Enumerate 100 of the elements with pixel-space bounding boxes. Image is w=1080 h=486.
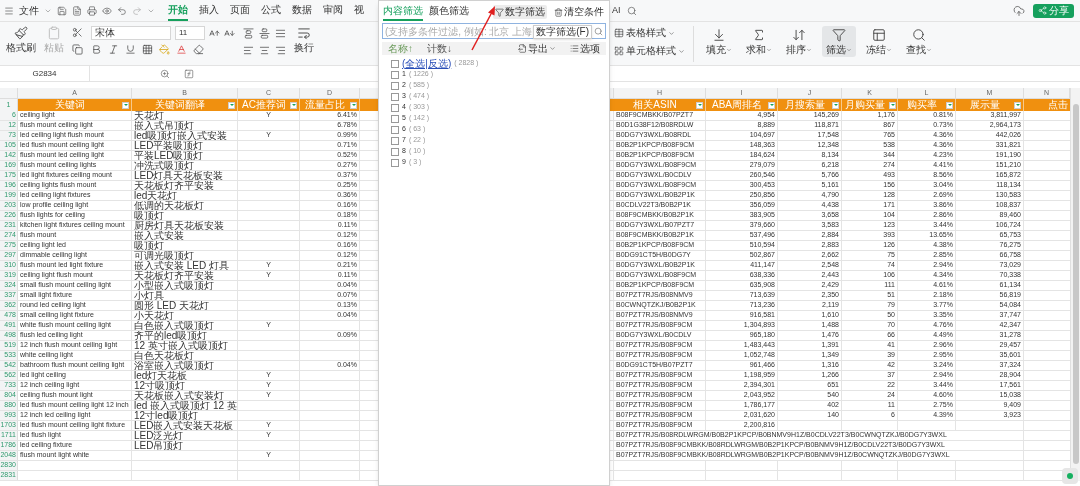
- assistant-bubble-icon[interactable]: [1062, 468, 1078, 484]
- format-painter-button[interactable]: 格式刷: [6, 43, 36, 53]
- bold-icon[interactable]: [91, 44, 102, 55]
- fill-color-icon[interactable]: [159, 44, 170, 55]
- search-icon[interactable]: [594, 26, 603, 36]
- checkbox[interactable]: [391, 125, 399, 134]
- eraser-icon[interactable]: [193, 44, 204, 55]
- ribbon-tab[interactable]: 数据: [292, 0, 312, 21]
- undo-icon[interactable]: [117, 5, 127, 16]
- wrap-text-icon[interactable]: [297, 26, 311, 40]
- print-icon[interactable]: [87, 5, 97, 16]
- checkbox[interactable]: [391, 147, 399, 156]
- copy-icon[interactable]: [72, 44, 83, 55]
- ribbon-tool-button[interactable]: 求和: [742, 26, 776, 57]
- border-icon[interactable]: [142, 44, 153, 55]
- caret-icon: [668, 29, 675, 37]
- italic-icon[interactable]: [108, 44, 119, 55]
- ribbon-tool-button[interactable]: 排序: [782, 26, 816, 57]
- filter-dropdown-icon[interactable]: [696, 101, 703, 109]
- table-cell: led灯天花板: [132, 371, 238, 380]
- options-button[interactable]: 选项: [570, 43, 600, 54]
- align-bottom-icon[interactable]: [275, 28, 286, 39]
- ribbon-tab[interactable]: 插入: [199, 0, 219, 21]
- checkbox[interactable]: [391, 114, 399, 123]
- format-painter-icon[interactable]: [14, 26, 28, 40]
- align-middle-icon[interactable]: [259, 28, 270, 39]
- export-icon: [518, 44, 527, 53]
- search-icon[interactable]: [626, 5, 637, 16]
- caret-icon: [846, 47, 852, 53]
- table-cell: 12 英寸嵌入式吸顶灯: [132, 341, 238, 350]
- filter-dropdown-icon[interactable]: [290, 101, 297, 109]
- filter-dropdown-icon[interactable]: [832, 101, 839, 109]
- column-header: 展示量: [970, 100, 1000, 110]
- align-right-icon[interactable]: [275, 45, 286, 56]
- caret-icon: [806, 47, 812, 53]
- cell-style-button[interactable]: 单元格样式: [614, 46, 685, 56]
- checkbox[interactable]: [391, 103, 399, 112]
- table-cell: led 嵌入式吸顶灯 12 英: [132, 401, 238, 410]
- filter-dropdown-icon[interactable]: [889, 101, 896, 109]
- column-header: 月购买量: [845, 100, 885, 110]
- font-size-select[interactable]: 11: [175, 26, 205, 40]
- save-icon[interactable]: [57, 5, 67, 16]
- ribbon-tool-button[interactable]: 填充: [702, 26, 736, 57]
- clear-conditions-button[interactable]: 清空条件: [553, 7, 605, 17]
- filter-tab[interactable]: 内容筛选: [383, 3, 423, 21]
- fill-down-icon: [712, 28, 726, 42]
- ribbon-tool-button[interactable]: 查找: [902, 26, 936, 57]
- ribbon-tool-button[interactable]: 筛选: [822, 26, 856, 57]
- underline-icon[interactable]: [125, 44, 136, 55]
- ai-tab[interactable]: AI: [612, 3, 621, 18]
- paste-icon[interactable]: [47, 26, 61, 40]
- checkbox[interactable]: [391, 81, 399, 90]
- filter-dropdown-icon[interactable]: [946, 101, 953, 109]
- vertical-scrollbar[interactable]: [1070, 88, 1080, 481]
- cut-icon[interactable]: [72, 27, 83, 38]
- table-cell: 低调的天花板灯: [132, 201, 238, 210]
- preview-icon[interactable]: [102, 5, 112, 16]
- filter-dropdown-icon[interactable]: [228, 101, 235, 109]
- document-icon[interactable]: [72, 5, 82, 16]
- filter-dropdown-icon[interactable]: [350, 101, 357, 109]
- list-icon: [570, 44, 579, 53]
- checkbox[interactable]: [391, 59, 399, 68]
- align-top-icon[interactable]: [243, 28, 254, 39]
- file-menu[interactable]: 文件: [19, 5, 39, 16]
- menu-icon[interactable]: [4, 5, 14, 16]
- function-icon[interactable]: [184, 68, 194, 79]
- number-filter-button[interactable]: 数字筛选: [493, 5, 547, 19]
- ribbon-tab[interactable]: 视: [354, 0, 364, 21]
- checkbox[interactable]: [391, 92, 399, 101]
- table-cell: 嵌入式吊顶灯: [132, 121, 238, 130]
- increase-font-icon[interactable]: [209, 27, 220, 39]
- ribbon-tab[interactable]: 审阅: [323, 0, 343, 21]
- font-color-icon[interactable]: [176, 44, 187, 55]
- checkbox[interactable]: [391, 158, 399, 167]
- caret-icon: [886, 47, 892, 53]
- decrease-font-icon[interactable]: [224, 27, 235, 39]
- export-button[interactable]: 导出: [518, 43, 556, 54]
- checkbox[interactable]: [391, 70, 399, 79]
- name-box[interactable]: G2834: [0, 66, 90, 81]
- filter-dropdown-icon[interactable]: [122, 101, 129, 109]
- filter-tab[interactable]: 颜色筛选: [429, 3, 469, 21]
- align-left-icon[interactable]: [243, 45, 254, 56]
- ribbon-tool-button[interactable]: 冻结: [862, 26, 896, 57]
- checkbox[interactable]: [391, 136, 399, 145]
- table-style-button[interactable]: 表格样式: [614, 28, 685, 38]
- ribbon-tab[interactable]: 公式: [261, 0, 281, 21]
- tooltip: 数字筛选(F): [533, 25, 592, 39]
- select-all-link[interactable]: (全选|反选): [402, 58, 452, 69]
- share-icon: [1038, 6, 1047, 15]
- ribbon-tab[interactable]: 页面: [230, 0, 250, 21]
- align-center-icon[interactable]: [259, 45, 270, 56]
- zoom-icon[interactable]: [160, 68, 170, 79]
- font-select[interactable]: 宋体: [91, 26, 171, 40]
- column-header: 购买率: [907, 100, 937, 110]
- wrap-text-button[interactable]: 换行: [294, 43, 314, 53]
- filter-dropdown-icon[interactable]: [1014, 101, 1021, 109]
- upload-icon[interactable]: [1013, 4, 1025, 17]
- column-header: 点击: [1048, 100, 1068, 110]
- filter-dropdown-icon[interactable]: [768, 101, 775, 109]
- sort-by-count[interactable]: 计数↓: [427, 43, 452, 54]
